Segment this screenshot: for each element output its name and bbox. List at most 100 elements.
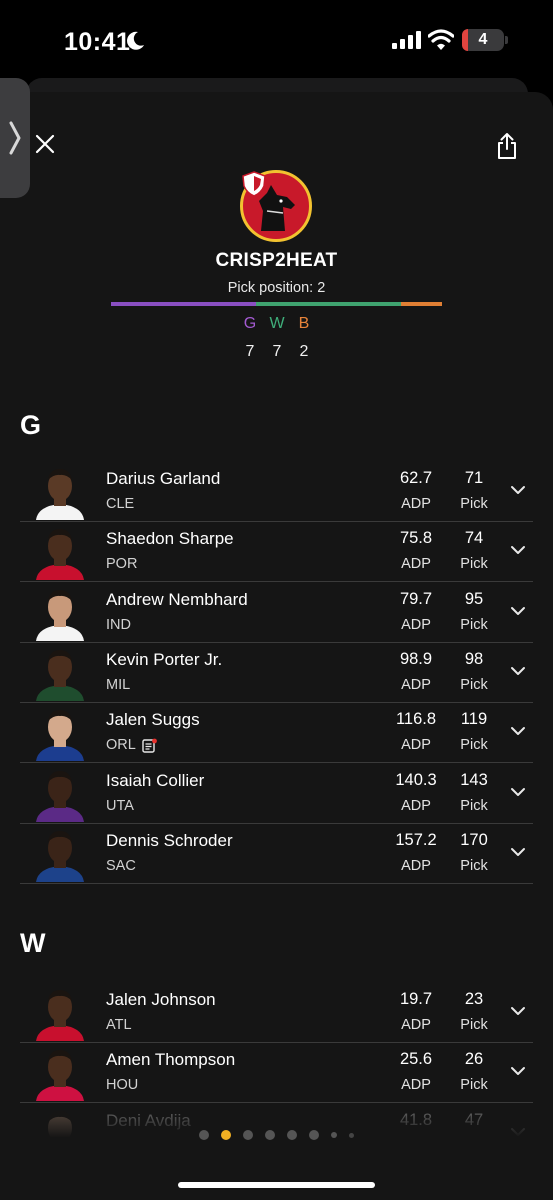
side-drawer-tab[interactable] xyxy=(0,78,30,198)
pick-label: Pick xyxy=(460,1077,488,1094)
page-dot[interactable] xyxy=(199,1130,209,1140)
adp-label: ADP xyxy=(401,737,431,754)
player-adp-value: 25.6 xyxy=(399,1050,433,1069)
player-team-wrap: ORL xyxy=(106,737,157,753)
chevron-down-icon[interactable] xyxy=(508,661,528,681)
cellular-signal-icon xyxy=(392,31,421,49)
player-name: Shaedon Sharpe xyxy=(106,529,234,549)
player-name: Jalen Suggs xyxy=(106,710,200,730)
player-row[interactable]: Jalen Suggs ORL 116.8 ADP 119 Pick xyxy=(20,703,533,764)
pick-position: Pick position: 2 xyxy=(227,280,326,296)
player-adp-value: 140.3 xyxy=(395,770,437,789)
player-row[interactable]: Darius Garland CLE 62.7 ADP 71 Pick xyxy=(20,462,533,522)
player-row[interactable]: Jalen Johnson ATL 19.7 ADP 23 Pick xyxy=(20,983,533,1043)
player-team: ORL xyxy=(106,737,136,754)
player-row[interactable]: Kevin Porter Jr. MIL 98.9 ADP 98 Pick xyxy=(20,643,533,703)
page-dot[interactable] xyxy=(349,1132,354,1138)
player-row[interactable]: Isaiah Collier UTA 140.3 ADP 143 Pick xyxy=(20,764,533,824)
chevron-down-icon[interactable] xyxy=(508,1001,528,1021)
page-indicator[interactable] xyxy=(0,1130,553,1140)
position-counts: 7 7 2 xyxy=(237,343,317,361)
chevron-down-icon[interactable] xyxy=(508,601,528,621)
player-avatar xyxy=(32,766,88,822)
player-pick-value: 74 xyxy=(464,529,484,548)
player-team-wrap: MIL xyxy=(106,677,130,693)
player-row[interactable]: Shaedon Sharpe POR 75.8 ADP 74 Pick xyxy=(20,522,533,583)
page-dot[interactable] xyxy=(331,1132,337,1138)
battery-level: 4 xyxy=(478,31,488,48)
position-distribution-bar xyxy=(111,302,442,306)
adp-label: ADP xyxy=(401,1017,431,1033)
position-letters: G W B xyxy=(237,315,317,333)
player-avatar xyxy=(32,524,88,581)
pick-label: Pick xyxy=(460,737,488,754)
player-team: POR xyxy=(106,556,138,573)
player-avatar xyxy=(32,585,88,641)
player-adp-value: 62.7 xyxy=(399,469,433,487)
player-pick-value: 71 xyxy=(464,469,484,487)
position-letter-b: B xyxy=(298,315,310,332)
player-team-wrap: ATL xyxy=(106,1017,132,1033)
player-team: ATL xyxy=(106,1017,132,1033)
player-team: CLE xyxy=(106,496,135,512)
player-pick-value: 119 xyxy=(460,710,488,729)
player-avatar xyxy=(32,645,88,701)
player-team: HOU xyxy=(106,1077,139,1094)
player-team: IND xyxy=(106,616,131,633)
player-adp-value: 157.2 xyxy=(395,830,437,849)
chevron-down-icon[interactable] xyxy=(508,1061,528,1081)
battery-cap xyxy=(505,36,508,44)
player-row[interactable]: Andrew Nembhard IND 79.7 ADP 95 Pick xyxy=(20,583,533,643)
chevron-right-icon xyxy=(9,121,21,155)
share-icon[interactable] xyxy=(496,132,518,160)
adp-label: ADP xyxy=(401,556,431,573)
player-pick-value: 143 xyxy=(460,770,488,789)
chevron-down-icon[interactable] xyxy=(508,782,528,802)
adp-label: ADP xyxy=(401,797,431,814)
position-bar-segment xyxy=(111,302,256,306)
player-team-wrap: IND xyxy=(106,617,131,633)
player-row[interactable]: Dennis Schroder SAC 157.2 ADP 170 Pick xyxy=(20,824,533,884)
pick-label: Pick xyxy=(460,616,488,633)
wifi-icon xyxy=(428,29,454,50)
player-pick-value: 23 xyxy=(464,990,484,1008)
player-team-wrap: SAC xyxy=(106,858,136,874)
pick-label: Pick xyxy=(460,556,488,573)
page-dot[interactable] xyxy=(243,1130,253,1140)
player-pick-value: 170 xyxy=(460,830,488,849)
adp-label: ADP xyxy=(401,676,431,693)
player-row[interactable]: Amen Thompson HOU 25.6 ADP 26 Pick xyxy=(20,1043,533,1104)
page-dot[interactable] xyxy=(287,1130,297,1140)
moon-icon xyxy=(127,31,144,50)
player-name: Dennis Schroder xyxy=(106,830,233,850)
player-pick-value: 98 xyxy=(464,649,484,668)
position-count-w: 7 xyxy=(272,343,282,360)
player-avatar xyxy=(32,464,88,520)
chevron-down-icon[interactable] xyxy=(508,540,528,560)
player-pick-value: 95 xyxy=(464,589,484,608)
home-indicator[interactable] xyxy=(178,1182,375,1188)
chevron-down-icon[interactable] xyxy=(508,842,528,862)
player-name: Isaiah Collier xyxy=(106,770,205,790)
close-icon[interactable] xyxy=(34,133,56,155)
player-team: UTA xyxy=(106,797,134,814)
page-dot[interactable] xyxy=(309,1130,319,1140)
player-avatar xyxy=(32,705,88,762)
position-count-b: 2 xyxy=(299,343,309,360)
position-count-g: 7 xyxy=(245,343,255,360)
status-bar: 10:41 4 xyxy=(0,0,553,80)
chevron-down-icon[interactable] xyxy=(508,480,528,500)
news-icon[interactable] xyxy=(142,738,157,753)
player-adp-value: 79.7 xyxy=(399,589,433,608)
adp-label: ADP xyxy=(401,1077,431,1094)
chevron-down-icon[interactable] xyxy=(508,721,528,741)
player-adp-value: 19.7 xyxy=(399,990,433,1008)
status-time: 10:41 xyxy=(64,28,131,56)
player-name: Andrew Nembhard xyxy=(106,589,248,609)
player-team-wrap: POR xyxy=(106,556,137,572)
player-name: Kevin Porter Jr. xyxy=(106,649,223,669)
player-team: SAC xyxy=(106,857,136,874)
page-dot[interactable] xyxy=(265,1130,275,1140)
page-dot[interactable] xyxy=(221,1130,231,1140)
player-avatar xyxy=(32,985,88,1041)
